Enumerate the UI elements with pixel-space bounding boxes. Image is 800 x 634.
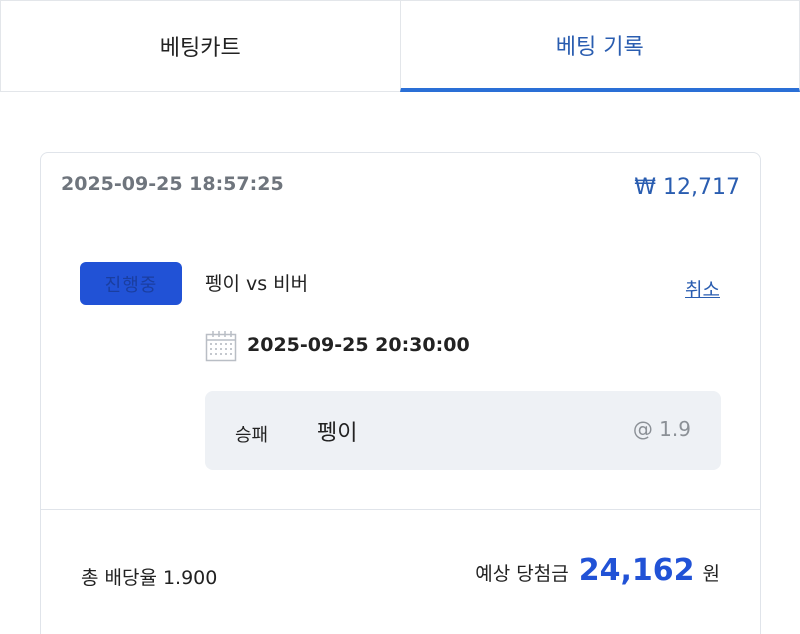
divider [41,509,760,510]
calendar-icon [205,330,237,362]
expected-payout-unit: 원 [702,563,720,585]
cancel-button[interactable]: 취소 [685,275,720,302]
match-title: 펭이 vs 비버 [205,273,309,295]
pick-selection: 펭이 [317,421,358,446]
expected-payout-label: 예상 당첨금 [475,563,569,585]
pick-odds: @ 1.9 [632,417,691,441]
tab-bar: 베팅카트 베팅 기록 [0,0,800,92]
status-badge: 진행중 [80,262,182,305]
bet-header: 2025-09-25 18:57:25 ₩ 12,717 [61,173,740,213]
expected-payout: 예상 당첨금 24,162 원 [475,553,720,588]
total-odds-value: 1.900 [162,567,218,589]
match-datetime: 2025-09-25 20:30:00 [247,334,470,356]
tab-betting-history[interactable]: 베팅 기록 [399,0,800,92]
total-odds: 총 배당율 1.900 [81,563,217,590]
tab-betting-cart[interactable]: 베팅카트 [0,0,400,92]
bet-timestamp: 2025-09-25 18:57:25 [61,173,284,195]
pick-box: 승패 펭이 @ 1.9 [205,391,721,470]
expected-payout-value: 24,162 [578,553,695,588]
pick-type: 승패 [235,425,269,446]
bet-amount: ₩ 12,717 [634,175,740,200]
total-odds-label: 총 배당율 [81,567,157,589]
bet-record-card: 2025-09-25 18:57:25 ₩ 12,717 진행중 펭이 vs 비… [40,152,761,634]
